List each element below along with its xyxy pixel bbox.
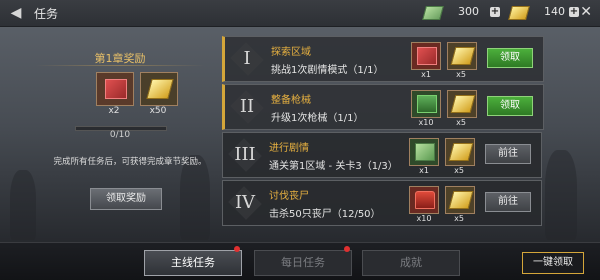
ticket-icon (417, 47, 437, 65)
reward-count: x5 (454, 166, 464, 175)
task-reward-slot[interactable] (445, 186, 475, 214)
gold-bar-icon (448, 191, 474, 209)
chapter-progress-text: 0/10 (109, 130, 131, 140)
ammo-crate-icon (417, 95, 437, 113)
divider (35, 65, 205, 66)
tab-achievements[interactable]: 成就 (362, 250, 460, 276)
back-arrow-icon[interactable]: ◀ (6, 4, 26, 22)
task-row: II 整备枪械 升级1次枪械（1/1） x10 x5 领取 (222, 84, 544, 130)
task-row: IV 讨伐丧尸 击杀50只丧尸（12/50） x10 x5 前往 (222, 180, 542, 226)
gold-bar-icon (146, 79, 174, 99)
chapter-reward-slot[interactable] (96, 72, 134, 106)
go-task-button[interactable]: 前往 (485, 144, 531, 164)
task-description: 击杀50只丧尸（12/50） (269, 209, 381, 220)
claim-all-button[interactable]: 一键领取 (522, 252, 584, 274)
chapter-description: 完成所有任务后，可获得完成章节奖励。 (53, 157, 207, 167)
tab-daily-quests[interactable]: 每日任务 (254, 250, 352, 276)
page-title: 任务 (34, 7, 59, 21)
reward-count: x5 (456, 70, 466, 79)
reward-count: x10 (418, 118, 434, 127)
reward-count: x1 (421, 70, 431, 79)
gold-bar-icon (450, 95, 476, 113)
reward-count: x5 (456, 118, 466, 127)
gold-bar-icon (450, 47, 476, 65)
task-numeral: II (239, 96, 255, 117)
task-reward-slot[interactable] (411, 90, 441, 118)
reward-count: x50 (149, 106, 167, 116)
reward-count: x2 (108, 106, 120, 116)
task-name: 进行剧情 (269, 143, 309, 154)
tab-main-quests[interactable]: 主线任务 (144, 250, 242, 276)
task-screen: ◀ 任务 300 + 140 + ✕ 第1章奖励 x2 x50 0/10 完成所… (0, 0, 600, 280)
gold-bar-icon (448, 143, 474, 161)
task-reward-slot[interactable] (409, 186, 439, 214)
task-description: 通关第1区域 - 关卡3（1/3） (269, 161, 398, 172)
gold-amount: 140 (544, 5, 565, 18)
task-numeral: III (234, 144, 256, 165)
task-row: III 进行剧情 通关第1区域 - 关卡3（1/3） x1 x5 前往 (222, 132, 542, 178)
notification-dot (234, 246, 240, 252)
task-row: I 探索区域 挑战1次剧情模式（1/1） x1 x5 领取 (222, 36, 544, 82)
task-numeral: I (243, 48, 251, 69)
chapter-reward-title: 第1章奖励 (94, 52, 146, 65)
close-icon[interactable]: ✕ (580, 4, 592, 20)
task-name: 整备枪械 (271, 95, 311, 106)
reward-count: x1 (419, 166, 429, 175)
reward-count: x5 (454, 214, 464, 223)
zombie-silhouette (10, 170, 36, 240)
task-numeral: IV (234, 192, 256, 213)
cash-icon (415, 143, 435, 161)
cash-icon (422, 6, 444, 20)
gold-bar-icon (508, 6, 530, 20)
go-task-button[interactable]: 前往 (485, 192, 531, 212)
add-gold-button[interactable]: + (569, 7, 579, 17)
add-cash-button[interactable]: + (490, 7, 500, 17)
cash-amount: 300 (458, 5, 479, 18)
task-name: 讨伐丧尸 (269, 191, 309, 202)
task-reward-slot[interactable] (447, 90, 477, 118)
reward-count: x10 (416, 214, 432, 223)
ticket-icon (105, 79, 127, 99)
claim-task-button[interactable]: 领取 (487, 48, 533, 68)
task-reward-slot[interactable] (447, 42, 477, 70)
zombie-silhouette (545, 150, 577, 240)
task-name: 探索区域 (271, 47, 311, 58)
claim-task-button[interactable]: 领取 (487, 96, 533, 116)
task-description: 升级1次枪械（1/1） (271, 113, 364, 124)
claim-chapter-reward-button[interactable]: 领取奖励 (90, 188, 162, 210)
chapter-reward-slot[interactable] (140, 72, 178, 106)
notification-dot (344, 246, 350, 252)
task-reward-slot[interactable] (445, 138, 475, 166)
task-reward-slot[interactable] (411, 42, 441, 70)
zombie-silhouette (180, 155, 210, 240)
fire-extinguisher-icon (415, 191, 435, 209)
task-description: 挑战1次剧情模式（1/1） (271, 65, 384, 76)
task-reward-slot[interactable] (409, 138, 439, 166)
